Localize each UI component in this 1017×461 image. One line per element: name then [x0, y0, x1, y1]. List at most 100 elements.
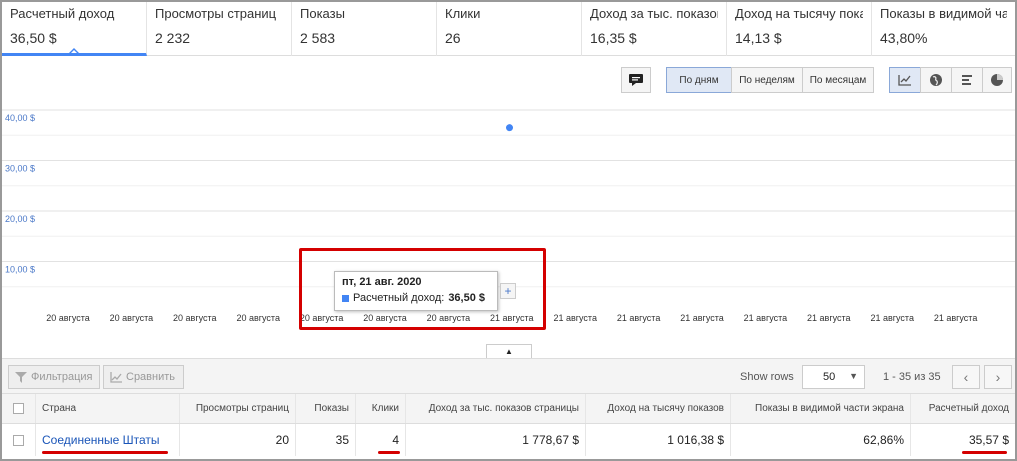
show-rows-label: Show rows [740, 371, 794, 383]
x-tick-label: 20 августа [46, 313, 90, 323]
prev-page-button[interactable]: ‹ [952, 365, 980, 389]
x-tick-label: 20 августа [110, 313, 154, 323]
collapse-chart-button[interactable]: ▲ [486, 344, 532, 358]
metric-label: Доход за тыс. показов страницы [590, 6, 718, 21]
line-chart-view-button[interactable] [889, 67, 921, 93]
column-header-impressions[interactable]: Показы [296, 394, 356, 423]
x-tick-label: 20 августа [427, 313, 471, 323]
x-tick-label: 21 августа [934, 313, 978, 323]
x-tick-label: 20 августа [363, 313, 407, 323]
caret-up-icon: ▲ [505, 347, 513, 356]
cell-impression-rpm: 1 016,38 $ [586, 424, 731, 456]
table-header: Страна Просмотры страниц Показы Клики До… [2, 394, 1015, 424]
annotation-button[interactable] [621, 67, 651, 93]
column-header-page-views[interactable]: Просмотры страниц [180, 394, 296, 423]
column-header-viewability[interactable]: Показы в видимой части экрана [731, 394, 911, 423]
metric-tab-viewability[interactable]: Показы в видимой части экрана 43,80% [872, 2, 1015, 56]
metric-tab-page-views[interactable]: Просмотры страниц 2 232 [147, 2, 292, 56]
metric-tab-page-rpm[interactable]: Доход за тыс. показов страницы 16,35 $ [582, 2, 727, 56]
metric-tab-clicks[interactable]: Клики 26 [437, 2, 582, 56]
metric-value: 36,50 $ [10, 30, 57, 46]
y-tick-label: 20,00 $ [5, 214, 35, 224]
period-day-button[interactable]: По дням [666, 67, 732, 93]
cell-page-views: 20 [180, 424, 296, 456]
x-tick-label: 20 августа [173, 313, 217, 323]
country-link[interactable]: Соединенные Штаты [42, 433, 160, 447]
metric-label: Показы в видимой части экрана [880, 6, 1007, 21]
rows-per-page-select[interactable]: 50 ▼ [802, 365, 865, 389]
metric-value: 2 583 [300, 30, 336, 46]
column-header-clicks[interactable]: Клики [356, 394, 406, 423]
row-checkbox-cell[interactable] [2, 424, 36, 456]
column-header-impression-rpm[interactable]: Доход на тысячу показов [586, 394, 731, 423]
chart-tooltip: пт, 21 авг. 2020 Расчетный доход: 36,50 … [334, 271, 498, 311]
red-underline-country [42, 451, 168, 454]
chevron-down-icon: ▼ [849, 371, 858, 381]
metric-value: 43,80% [880, 30, 928, 46]
compare-button[interactable]: Сравнить [103, 365, 184, 389]
pagination-label: 1 - 35 из 35 [883, 371, 941, 383]
chevron-left-icon: ‹ [963, 369, 969, 385]
metric-label: Просмотры страниц [155, 6, 277, 21]
select-all-checkbox[interactable] [13, 403, 24, 414]
rows-value: 50 [823, 371, 836, 383]
filter-label: Фильтрация [31, 371, 93, 383]
cell-viewability: 62,86% [731, 424, 911, 456]
x-tick-label: 21 августа [870, 313, 914, 323]
geo-view-button[interactable] [920, 67, 952, 93]
red-underline-revenue [962, 451, 1007, 454]
chart-svg: 40,00 $ 30,00 $ 20,00 $ 10,00 $ 20 августа 20… [2, 109, 1015, 323]
pie-chart-icon [991, 74, 1003, 86]
x-tick-label: 21 августа [553, 313, 597, 323]
metric-tab-estimated-revenue[interactable]: Расчетный доход 36,50 $ [2, 2, 147, 56]
x-tick-label: 21 августа [807, 313, 851, 323]
pie-view-button[interactable] [982, 67, 1012, 93]
next-page-button[interactable]: › [984, 365, 1012, 389]
period-month-button[interactable]: По месяцам [802, 67, 874, 93]
table-toolbar: Фильтрация Сравнить Show rows 50 ▼ 1 - 3… [2, 358, 1015, 394]
filter-icon [15, 371, 27, 383]
x-tick-label: 20 августа [300, 313, 344, 323]
x-tick-label: 21 августа [490, 313, 534, 323]
bar-chart-icon [962, 75, 972, 85]
tooltip-date: пт, 21 авг. 2020 [342, 276, 422, 288]
line-chart: 40,00 $ 30,00 $ 20,00 $ 10,00 $ 20 августа 20… [2, 100, 1015, 340]
metric-label: Расчетный доход [10, 6, 115, 21]
metric-tab-impression-rpm[interactable]: Доход на тысячу показов 14,13 $ [727, 2, 872, 56]
y-tick-label: 10,00 $ [5, 265, 35, 275]
table-view-button[interactable] [951, 67, 983, 93]
tooltip-label: Расчетный доход: [353, 292, 445, 304]
metric-value: 2 232 [155, 30, 191, 46]
chevron-right-icon: › [995, 369, 1001, 385]
row-checkbox[interactable] [13, 434, 24, 446]
tooltip-row: Расчетный доход: 36,50 $ [342, 292, 490, 304]
compare-chart-icon [110, 371, 122, 383]
metric-label: Клики [445, 6, 481, 21]
x-tick-label: 21 августа [680, 313, 724, 323]
metric-label: Показы [300, 6, 345, 21]
column-header-page-rpm[interactable]: Доход за тыс. показов страницы [406, 394, 586, 423]
tooltip-value: 36,50 $ [448, 292, 486, 304]
metric-label: Доход на тысячу показов [735, 6, 863, 21]
column-header-estimated-revenue[interactable]: Расчетный доход [911, 394, 1015, 423]
data-point[interactable] [506, 124, 513, 132]
series-swatch-icon [342, 294, 349, 302]
metric-value: 14,13 $ [735, 30, 782, 46]
x-tick-label: 21 августа [617, 313, 661, 323]
filter-button[interactable]: Фильтрация [8, 365, 100, 389]
period-week-button[interactable]: По неделям [731, 67, 803, 93]
select-all-checkbox-cell[interactable] [2, 394, 36, 423]
cell-impressions: 35 [296, 424, 356, 456]
metric-value: 26 [445, 30, 461, 46]
metric-tab-impressions[interactable]: Показы 2 583 [292, 2, 437, 56]
y-tick-label: 40,00 $ [5, 113, 35, 123]
add-annotation-plus-icon[interactable]: + [500, 283, 516, 299]
active-caret-inner [68, 50, 80, 53]
metric-tabs: Расчетный доход 36,50 $ Просмотры страни… [2, 2, 1015, 56]
red-underline-clicks [378, 451, 400, 454]
line-chart-icon [898, 75, 911, 86]
x-tick-label: 20 августа [236, 313, 280, 323]
column-header-country[interactable]: Страна [36, 394, 180, 423]
comment-icon [629, 74, 643, 86]
y-tick-label: 30,00 $ [5, 164, 35, 174]
